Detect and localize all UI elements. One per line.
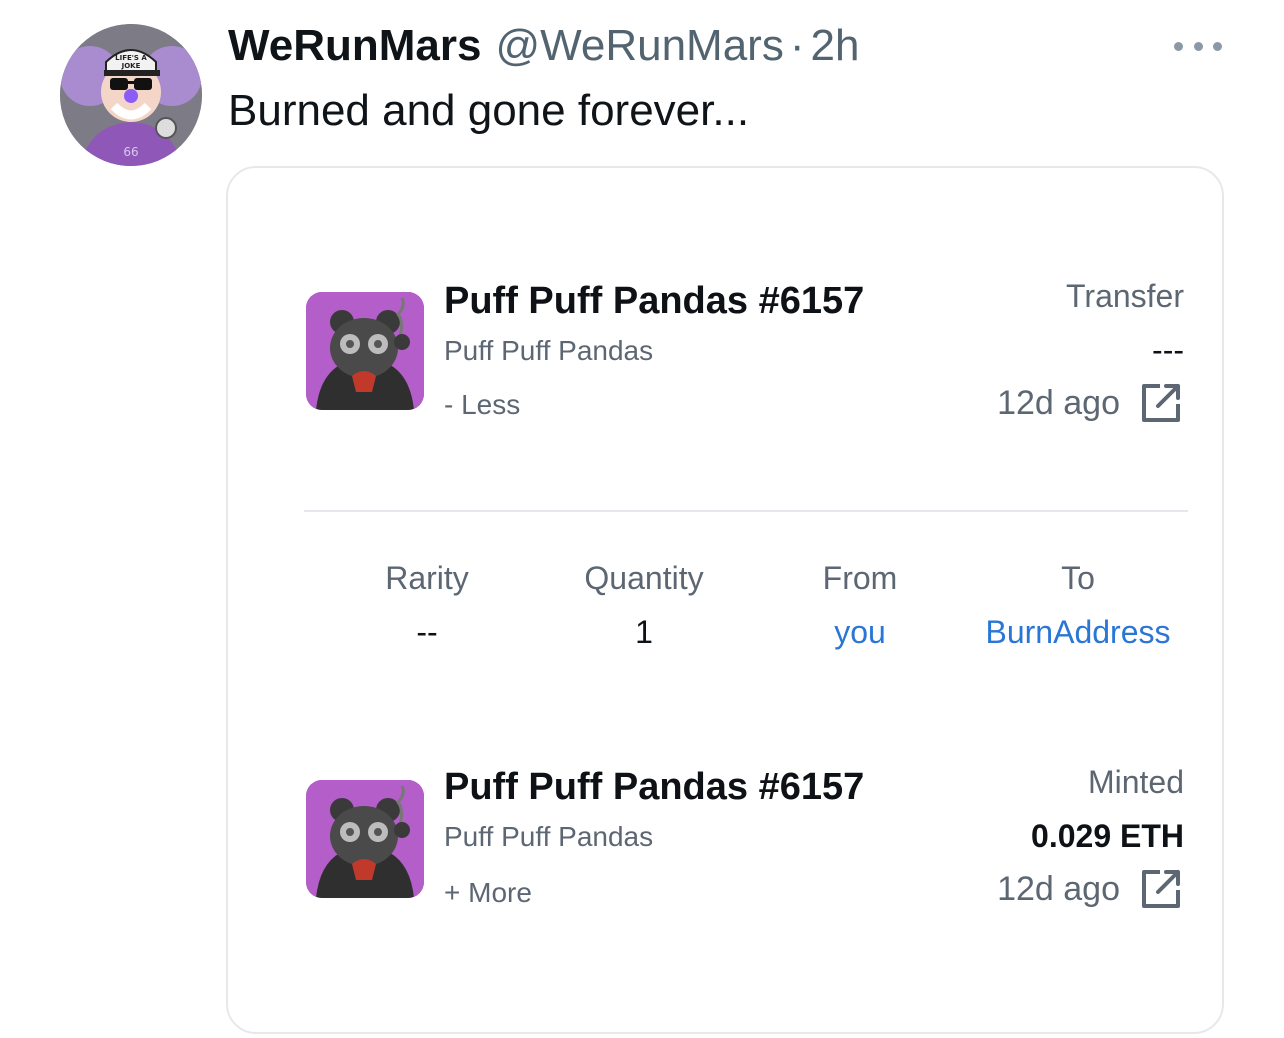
nft-collection[interactable]: Puff Puff Pandas [444,820,653,854]
event-price: 0.029 ETH [1031,818,1184,854]
minted-meta: Minted 0.029 ETH 12d ago [997,762,1184,912]
user-handle[interactable]: @WeRunMars [495,18,783,74]
tweet-text: Burned and gone forever... [228,86,750,135]
svg-text:JOKE: JOKE [121,62,141,70]
detail-label: From [822,560,898,596]
external-link-icon[interactable] [1138,866,1184,912]
detail-to: To BurnAddress [986,558,1171,652]
event-time: 12d ago [997,384,1120,422]
event-type: Transfer [1066,278,1184,314]
embedded-image-card[interactable]: Puff Puff Pandas #6157 Puff Puff Pandas … [226,166,1224,1034]
detail-label: To [1061,560,1095,596]
transfer-meta: Transfer --- 12d ago [997,276,1184,426]
nft-title[interactable]: Puff Puff Pandas #6157 [444,278,864,324]
divider [304,510,1188,512]
nft-collection[interactable]: Puff Puff Pandas [444,334,653,368]
nft-thumbnail[interactable] [306,292,424,410]
from-link[interactable]: you [823,612,898,652]
tweet: LIFE'S A JOKE 66 WeRunMars @WeRunMars · … [0,0,1284,1038]
avatar-cap-text: LIFE'S A [115,54,147,62]
detail-value: 1 [635,614,653,650]
detail-label: Quantity [584,560,704,596]
external-link-icon[interactable] [1138,380,1184,426]
event-price: --- [1152,332,1184,368]
avatar-image: LIFE'S A JOKE 66 [60,24,202,166]
separator-dot: · [789,21,805,70]
nft-thumbnail[interactable] [306,780,424,898]
detail-rarity: Rarity -- [385,558,469,652]
event-time: 12d ago [997,870,1120,908]
tweet-header: WeRunMars @WeRunMars · 2h [228,18,859,74]
detail-label: Rarity [385,560,469,596]
more-toggle[interactable]: + More [444,876,532,910]
panda-nft-image [306,292,424,410]
svg-text:66: 66 [123,145,138,159]
less-toggle[interactable]: - Less [444,388,520,422]
more-icon[interactable] [1174,38,1222,54]
detail-from: From you [823,558,898,652]
detail-quantity: Quantity 1 [584,558,703,652]
tweet-timestamp[interactable]: 2h [810,18,859,74]
to-link[interactable]: BurnAddress [986,612,1171,652]
detail-value: -- [416,614,438,650]
display-name[interactable]: WeRunMars [228,18,481,74]
avatar[interactable]: LIFE'S A JOKE 66 [60,24,202,166]
panda-nft-image [306,780,424,898]
event-type: Minted [1087,764,1184,800]
nft-title[interactable]: Puff Puff Pandas #6157 [444,764,864,810]
